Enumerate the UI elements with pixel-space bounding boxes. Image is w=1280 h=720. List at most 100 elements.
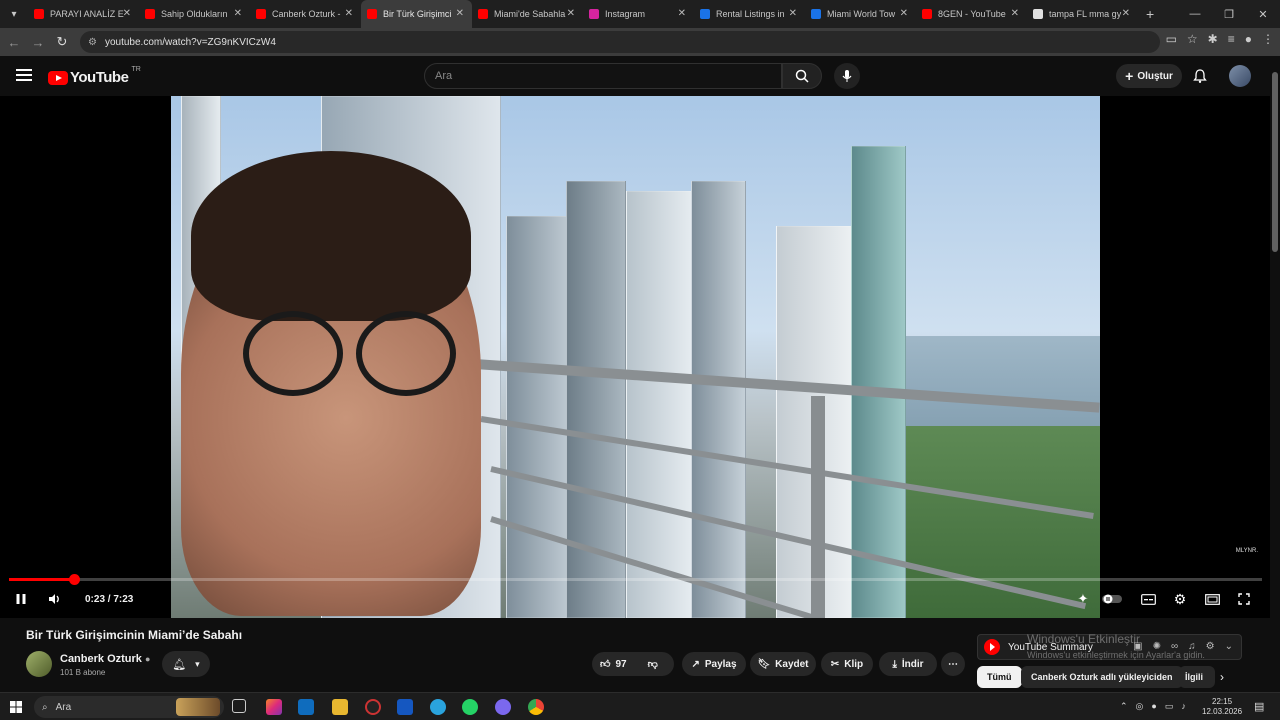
extensions-icon[interactable]: ✱ <box>1208 32 1218 46</box>
tab-close-icon[interactable]: ✕ <box>789 8 797 19</box>
site-info-icon[interactable]: ⚙ <box>88 37 97 48</box>
browser-tab[interactable]: Miami'de Sabahla ✕ <box>472 0 583 28</box>
expand-chevron-icon[interactable]: ⌄ <box>1225 641 1233 652</box>
autoplay-toggle[interactable] <box>1102 590 1122 608</box>
tab-close-icon[interactable]: ✕ <box>234 8 242 19</box>
app-icon-purple[interactable] <box>495 699 511 715</box>
tower-glass <box>851 146 906 618</box>
video-player[interactable]: MLYNR. 0:23 / 7:23 ✦ ⚙ <box>0 96 1270 618</box>
voice-search-button[interactable] <box>834 63 860 89</box>
browser-tab[interactable]: Instagram ✕ <box>583 0 694 28</box>
menu-hamburger-icon[interactable] <box>16 69 32 81</box>
channel-name[interactable]: Canberk Ozturk ● <box>60 653 150 665</box>
bookmark-star-icon[interactable]: ☆ <box>1187 32 1198 46</box>
telegram-icon[interactable] <box>430 699 446 715</box>
browser-tab[interactable]: Rental Listings in ✕ <box>694 0 805 28</box>
tray-chevron-icon[interactable]: ⌃ <box>1120 701 1128 712</box>
settings-gear-icon[interactable]: ⚙ <box>1171 590 1189 608</box>
like-button[interactable]: 👍︎ 97 <box>600 658 627 671</box>
tray-app-icon[interactable]: ◎ <box>1136 701 1144 712</box>
subscribed-bell-button[interactable]: 🔔︎ ▾ <box>162 651 210 677</box>
browser-tab[interactable]: Miami World Tow ✕ <box>805 0 916 28</box>
download-button[interactable]: ⤓ İndir <box>879 652 937 676</box>
pause-button[interactable] <box>12 590 30 608</box>
account-avatar[interactable] <box>1229 65 1251 87</box>
browser-tab[interactable]: 8GEN - YouTube ✕ <box>916 0 1027 28</box>
more-actions-button[interactable]: ⋯ <box>941 652 965 676</box>
browser-tab[interactable]: Bir Türk Girişimci ✕ <box>361 0 472 28</box>
media-controls-icon[interactable]: ≡ <box>1228 32 1235 46</box>
reload-icon[interactable]: ↻ <box>50 34 74 50</box>
scrollbar-thumb[interactable] <box>1272 72 1278 252</box>
theater-mode-button[interactable] <box>1203 590 1221 608</box>
share-button[interactable]: ↗ Paylaş <box>682 652 746 676</box>
tab-search-chevron-icon[interactable]: ▾ <box>0 0 28 28</box>
search-button[interactable] <box>782 63 822 89</box>
tab-title: Instagram <box>605 9 646 19</box>
chip-all[interactable]: Tümü <box>977 666 1022 688</box>
subtitles-button[interactable] <box>1139 590 1157 608</box>
volume-button[interactable] <box>46 590 64 608</box>
progress-bar[interactable] <box>9 574 1262 585</box>
tab-close-icon[interactable]: ✕ <box>456 8 464 19</box>
tab-close-icon[interactable]: ✕ <box>900 8 908 19</box>
file-explorer-icon[interactable] <box>332 699 348 715</box>
tab-close-icon[interactable]: ✕ <box>567 8 575 19</box>
restore-icon[interactable]: ❐ <box>1212 0 1246 28</box>
fullscreen-button[interactable] <box>1235 590 1253 608</box>
tab-close-icon[interactable]: ✕ <box>345 8 353 19</box>
chrome-icon[interactable] <box>528 699 544 715</box>
minimize-icon[interactable]: — <box>1178 0 1212 28</box>
channel-name-text: Canberk Ozturk <box>60 653 142 665</box>
extension-settings-icon[interactable]: ⚙ <box>1206 641 1215 652</box>
browser-tab[interactable]: Sahip Oldukların ✕ <box>139 0 250 28</box>
tab-favicon-icon <box>589 9 599 19</box>
browser-tab[interactable]: PARAYI ANALİZ E ✕ <box>28 0 139 28</box>
speaker-icon[interactable]: ♪ <box>1181 701 1186 712</box>
dislike-button[interactable]: 👎︎ <box>648 658 658 670</box>
browser-tab[interactable]: Canberk Ozturk - ✕ <box>250 0 361 28</box>
back-icon[interactable]: ← <box>2 35 26 50</box>
tray-mic-icon[interactable]: ● <box>1151 701 1156 712</box>
scrubber-handle[interactable] <box>69 574 81 585</box>
clip-button[interactable]: ✂ Klip <box>821 652 873 676</box>
whatsapp-icon[interactable] <box>462 699 478 715</box>
notifications-icon[interactable]: ▤ <box>1254 700 1264 713</box>
tab-close-icon[interactable]: ✕ <box>678 8 686 19</box>
create-button[interactable]: + Oluştur <box>1116 64 1182 88</box>
save-button[interactable]: 🔖︎ Kaydet <box>750 652 816 676</box>
url-field[interactable]: ⚙ youtube.com/watch?v=ZG9nKVICzW4 <box>80 31 1160 53</box>
windows-start-icon[interactable] <box>10 701 22 713</box>
chip-from-uploader[interactable]: Canberk Ozturk adlı yükleyiciden <box>1021 666 1183 688</box>
channel-avatar[interactable] <box>26 651 52 677</box>
video-frame[interactable] <box>171 96 1100 618</box>
chips-next-chevron-icon[interactable]: › <box>1220 670 1224 684</box>
system-clock[interactable]: 22:15 12.03.2026 <box>1202 697 1242 717</box>
youtube-play-icon <box>48 70 68 85</box>
tab-close-icon[interactable]: ✕ <box>1011 8 1019 19</box>
browser-tab[interactable]: tampa FL mma gy ✕ <box>1027 0 1138 28</box>
app-icon-blue[interactable] <box>397 699 413 715</box>
taskbar-search-input[interactable]: ⌕ Ara <box>34 696 224 718</box>
forward-icon[interactable]: → <box>26 35 50 50</box>
network-icon[interactable]: ▭ <box>1165 701 1174 712</box>
task-view-icon[interactable] <box>232 699 246 713</box>
outlook-icon[interactable] <box>298 699 314 715</box>
ai-sparkle-icon[interactable]: ✦ <box>1074 590 1092 608</box>
tab-close-icon[interactable]: ✕ <box>1122 8 1130 19</box>
app-icon-dark[interactable] <box>365 699 381 715</box>
tab-close-icon[interactable]: ✕ <box>123 8 131 19</box>
notifications-bell-icon[interactable] <box>1192 68 1208 84</box>
profile-icon[interactable]: ● <box>1245 32 1252 46</box>
chip-related[interactable]: İlgili <box>1179 666 1215 688</box>
install-app-icon[interactable]: ▭ <box>1166 32 1177 46</box>
logo-wordmark: YouTube <box>70 69 129 86</box>
page-scrollbar[interactable] <box>1270 56 1280 690</box>
search-input[interactable]: Ara <box>424 63 782 89</box>
browser-menu-icon[interactable]: ⋮ <box>1262 32 1274 46</box>
youtube-logo[interactable]: YouTube TR <box>48 66 141 86</box>
instagram-app-icon[interactable] <box>266 699 282 715</box>
pause-icon <box>16 594 26 604</box>
new-tab-button[interactable]: + <box>1146 6 1154 22</box>
close-window-icon[interactable]: ✕ <box>1246 0 1280 28</box>
